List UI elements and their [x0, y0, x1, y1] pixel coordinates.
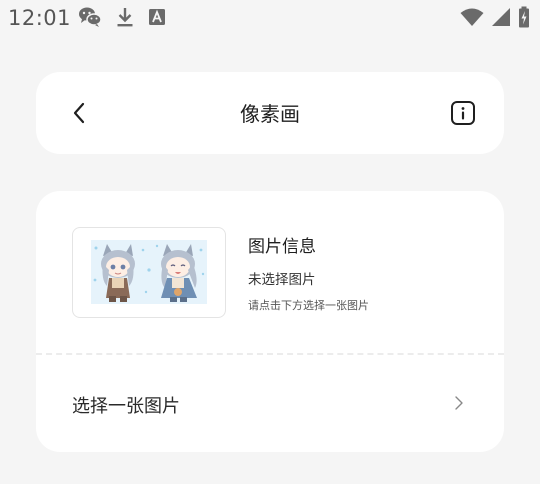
status-notification-icons	[78, 6, 166, 28]
status-system-icons	[460, 6, 530, 28]
select-image-button[interactable]: 选择一张图片	[36, 355, 504, 452]
thumbnail-frame	[72, 227, 226, 318]
info-title: 图片信息	[248, 237, 316, 257]
status-time: 12:01	[8, 6, 72, 30]
wifi-icon	[460, 7, 484, 27]
chevron-right-icon	[455, 396, 463, 410]
download-icon	[116, 6, 134, 28]
cellular-signal-icon	[491, 7, 511, 27]
info-button[interactable]	[450, 100, 476, 126]
anime-character-preview	[91, 240, 207, 304]
battery-charging-icon	[518, 6, 530, 28]
select-image-label: 选择一张图片	[72, 396, 180, 417]
image-info-card: 图片信息 未选择图片 请点击下方选择一张图片 选择一张图片	[36, 191, 504, 452]
wechat-icon	[78, 6, 102, 28]
selection-status: 未选择图片	[248, 272, 316, 288]
selection-hint: 请点击下方选择一张图片	[248, 299, 369, 312]
status-bar: 12:01	[0, 0, 540, 36]
character-right	[161, 244, 197, 302]
header-card: 像素画	[36, 72, 504, 154]
info-icon	[451, 101, 475, 125]
font-a-icon	[148, 8, 166, 26]
page-title: 像素画	[240, 102, 300, 126]
